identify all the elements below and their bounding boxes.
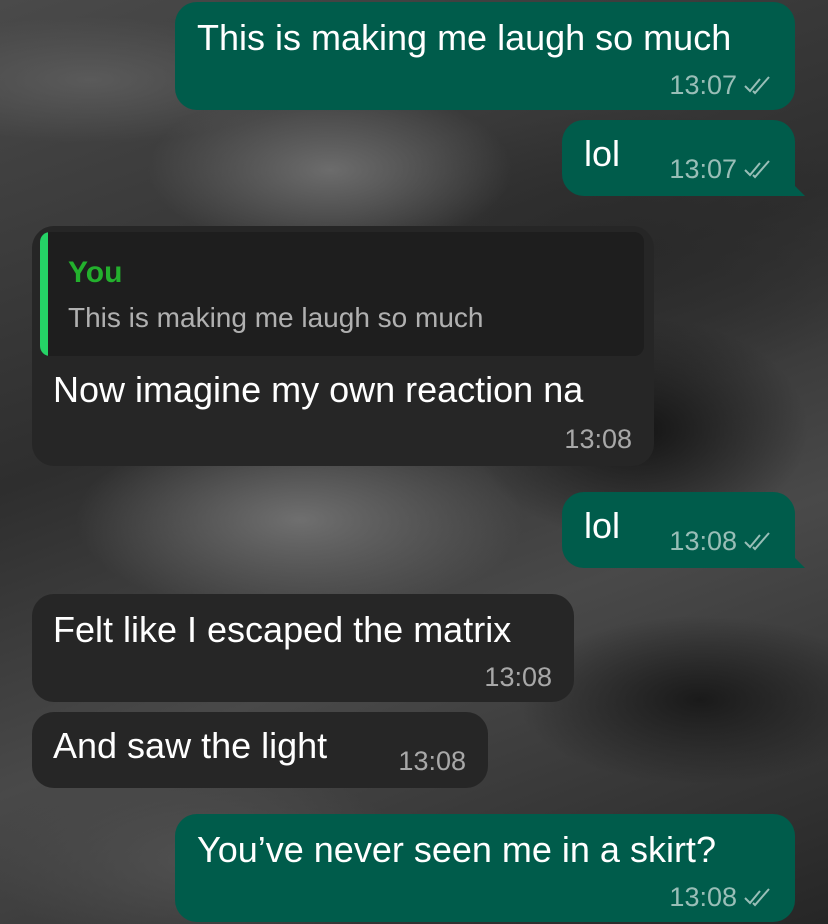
message-text: This is making me laugh so much <box>197 17 732 58</box>
double-check-icon <box>744 888 770 907</box>
message-text: lol <box>584 505 621 546</box>
message-time: 13:08 <box>398 746 466 776</box>
message-meta: 13:08 <box>484 662 552 692</box>
message-text: You’ve never seen me in a skirt? <box>197 829 716 870</box>
message-text: lol <box>584 133 621 174</box>
message-time: 13:07 <box>669 70 737 100</box>
outgoing-message-bubble[interactable]: lol 13:07 <box>562 120 795 196</box>
quote-text: This is making me laugh so much <box>68 302 484 333</box>
outgoing-message-bubble[interactable]: lol 13:08 <box>562 492 795 568</box>
message-meta: 13:08 <box>669 526 773 556</box>
message-time: 13:07 <box>669 154 737 184</box>
message-meta: 13:07 <box>669 70 773 100</box>
message-text: Now imagine my own reaction na <box>53 369 584 410</box>
double-check-icon <box>744 160 770 179</box>
double-check-icon <box>744 532 770 551</box>
incoming-message-bubble[interactable]: You This is making me laugh so much Now … <box>32 226 654 466</box>
message-time: 13:08 <box>484 662 552 692</box>
message-meta: 13:07 <box>669 154 773 184</box>
quote-accent-bar <box>40 232 48 356</box>
quote-author: You <box>68 256 123 289</box>
message-meta: 13:08 <box>398 746 466 776</box>
message-time: 13:08 <box>564 424 632 454</box>
double-check-icon <box>744 76 770 95</box>
incoming-message-bubble[interactable]: And saw the light 13:08 <box>32 712 488 788</box>
message-text: And saw the light <box>53 725 328 766</box>
message-meta: 13:08 <box>669 882 773 912</box>
incoming-message-bubble[interactable]: Felt like I escaped the matrix 13:08 <box>32 594 574 702</box>
reply-quote[interactable]: You This is making me laugh so much <box>40 232 644 356</box>
outgoing-message-bubble[interactable]: This is making me laugh so much 13:07 <box>175 2 795 110</box>
outgoing-message-bubble[interactable]: You’ve never seen me in a skirt? 13:08 <box>175 814 795 922</box>
message-time: 13:08 <box>669 526 737 556</box>
message-time: 13:08 <box>669 882 737 912</box>
message-text: Felt like I escaped the matrix <box>53 609 512 650</box>
message-meta: 13:08 <box>564 424 632 454</box>
